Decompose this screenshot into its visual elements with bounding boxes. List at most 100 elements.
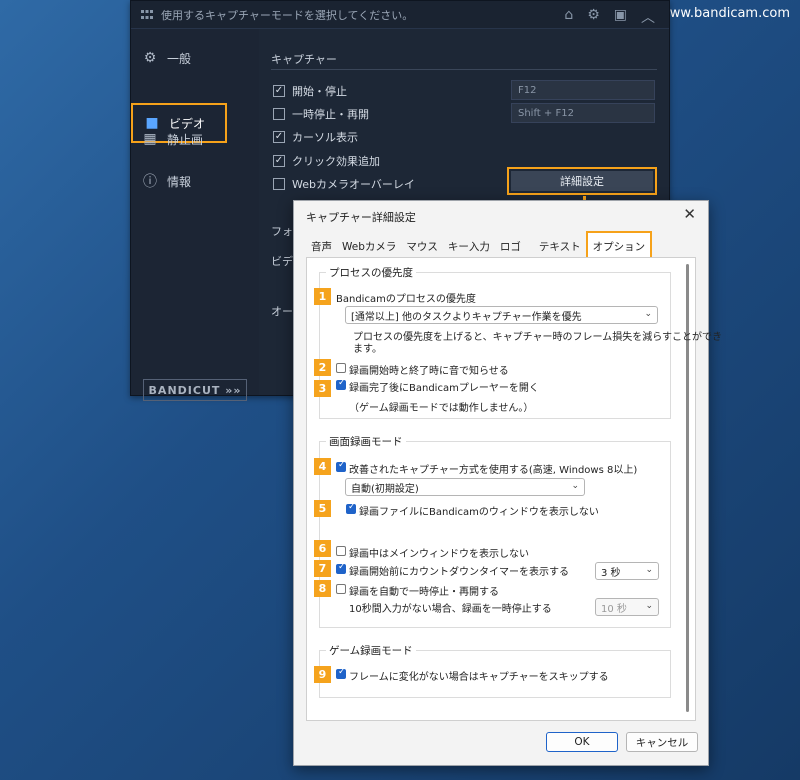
- hide-main-label: 録画中はメインウィンドウを表示しない: [349, 549, 529, 560]
- topbar-icons: ⌂ ⚙ ▣ ︿: [564, 7, 655, 27]
- topbar-text: 使用するキャプチャーモードを選択してください。: [161, 8, 414, 22]
- select-value: 3 秒: [601, 567, 621, 579]
- option-pause-resume[interactable]: 一時停止・再開: [273, 106, 369, 122]
- step-badge: 6: [314, 540, 331, 557]
- hide-window-label: 録画ファイルにBandicamのウィンドウを表示しない: [359, 507, 599, 518]
- home-icon[interactable]: ⌂: [564, 7, 573, 27]
- option-label: 開始・停止: [292, 85, 347, 98]
- chevron-down-icon: ⌄: [644, 309, 652, 319]
- priority-label: Bandicamのプロセスの優先度: [336, 294, 476, 305]
- tab-options[interactable]: オプション: [585, 231, 653, 259]
- auto-pause-select[interactable]: 10 秒 ⌄: [595, 598, 659, 616]
- group-title: プロセスの優先度: [326, 265, 416, 280]
- countdown-select[interactable]: 3 秒 ⌄: [595, 562, 659, 580]
- checkbox[interactable]: ✓: [273, 155, 285, 167]
- step-badge: 2: [314, 359, 331, 376]
- select-value: 自動(初期設定): [351, 483, 419, 495]
- dialog-title: キャプチャー詳細設定: [306, 211, 416, 224]
- tab-webcam[interactable]: Webカメラ: [337, 235, 401, 257]
- improved-capture-label: 改善されたキャプチャー方式を使用する(高速, Windows 8以上): [349, 465, 638, 476]
- countdown-label: 録画開始前にカウントダウンタイマーを表示する: [349, 567, 569, 578]
- sidebar-item-label: 一般: [167, 51, 192, 66]
- step-badge: 5: [314, 500, 331, 517]
- auto-pause-desc: 10秒間入力がない場合、録画を一時停止する: [349, 604, 552, 615]
- tab-audio[interactable]: 音声: [306, 235, 337, 257]
- option-label: カーソル表示: [292, 131, 358, 144]
- checkbox[interactable]: ✓: [273, 131, 285, 143]
- option-webcam[interactable]: Webカメラオーバーレイ: [273, 176, 415, 192]
- sound-notify-checkbox[interactable]: [336, 363, 346, 373]
- player-icon[interactable]: ▣: [614, 7, 627, 27]
- close-icon[interactable]: ✕: [683, 205, 696, 223]
- tab-logo[interactable]: ロゴ: [495, 235, 526, 257]
- option-cursor[interactable]: ✓ カーソル表示: [273, 129, 358, 145]
- skip-frames-label: フレームに変化がない場合はキャプチャーをスキップする: [349, 672, 609, 683]
- capture-title: キャプチャー: [271, 53, 337, 66]
- hotkey-pause[interactable]: Shift + F12: [511, 103, 655, 123]
- topbar: 使用するキャプチャーモードを選択してください。 ⌂ ⚙ ▣ ︿: [131, 1, 669, 29]
- tab-mouse[interactable]: マウス: [401, 235, 443, 257]
- step-badge: 3: [314, 380, 331, 397]
- checkbox[interactable]: [273, 178, 285, 190]
- capture-method-select[interactable]: 自動(初期設定) ⌄: [345, 478, 585, 496]
- game-mode-note: （ゲーム録画モードでは動作しません。）: [349, 403, 534, 414]
- auto-pause-label: 録画を自動で一時停止・再開する: [349, 587, 499, 598]
- sound-notify-label: 録画開始時と終了時に音で知らせる: [349, 366, 509, 377]
- step-badge: 9: [314, 666, 331, 683]
- info-icon: ⓘ: [143, 174, 157, 190]
- sidebar-item-label: 情報: [167, 174, 192, 189]
- ok-button[interactable]: OK: [546, 732, 618, 752]
- detail-settings-button[interactable]: 詳細設定: [511, 171, 653, 191]
- checkbox[interactable]: [273, 108, 285, 120]
- select-value: [通常以上] 他のタスクよりキャプチャー作業を優先: [351, 311, 582, 323]
- skip-frames-checkbox[interactable]: [336, 667, 346, 679]
- improved-capture-checkbox[interactable]: [336, 460, 346, 472]
- collapse-icon[interactable]: ︿: [641, 7, 655, 27]
- capture-advanced-dialog: キャプチャー詳細設定 ✕ 音声 Webカメラ マウス キー入力 ロゴ テキスト …: [293, 200, 722, 766]
- countdown-checkbox[interactable]: [336, 562, 346, 574]
- cancel-button[interactable]: キャンセル: [626, 732, 698, 752]
- chevron-down-icon: ⌄: [645, 601, 653, 611]
- sidebar: ⚙ 一般 ■ ビデオ ▦ 静止画 ⓘ 情報 BANDICUT »»: [131, 29, 259, 401]
- sidebar-item-info[interactable]: ⓘ 情報: [141, 164, 251, 198]
- step-badge: 1: [314, 288, 331, 305]
- sidebar-item-label: 静止画: [167, 132, 204, 147]
- hide-main-checkbox[interactable]: [336, 546, 346, 556]
- open-player-checkbox[interactable]: [336, 378, 346, 390]
- auto-pause-checkbox[interactable]: [336, 584, 346, 594]
- chevron-down-icon: ⌄: [645, 565, 653, 575]
- image-icon: ▦: [143, 131, 157, 147]
- tab-bar: 音声 Webカメラ マウス キー入力 ロゴ テキスト オプション: [306, 231, 653, 259]
- group-title: 画面録画モード: [326, 434, 406, 449]
- tab-text[interactable]: テキスト: [534, 235, 586, 257]
- checkbox[interactable]: ✓: [273, 85, 285, 97]
- option-click-effect[interactable]: ✓ クリック効果追加: [273, 153, 380, 169]
- open-player-label: 録画完了後にBandicamプレーヤーを開く: [349, 383, 539, 394]
- hotkey-start-stop[interactable]: F12: [511, 80, 655, 100]
- options-panel: プロセスの優先度 1 Bandicamのプロセスの優先度 [通常以上] 他のタス…: [306, 257, 722, 721]
- select-value: 10 秒: [601, 603, 627, 615]
- priority-desc-2: ます。: [353, 344, 382, 355]
- step-badge: 4: [314, 458, 331, 475]
- gear-icon: ⚙: [143, 50, 157, 66]
- sidebar-item-general[interactable]: ⚙ 一般: [141, 41, 251, 75]
- gear-icon[interactable]: ⚙: [587, 7, 600, 27]
- divider: [271, 69, 657, 70]
- option-start-stop[interactable]: ✓ 開始・停止: [273, 83, 347, 99]
- priority-select[interactable]: [通常以上] 他のタスクよりキャプチャー作業を優先 ⌄: [345, 306, 658, 324]
- chevron-down-icon: ⌄: [571, 481, 579, 491]
- step-badge: 7: [314, 560, 331, 577]
- option-label: クリック効果追加: [292, 155, 380, 168]
- sidebar-item-image[interactable]: ▦ 静止画: [141, 122, 251, 156]
- option-label: Webカメラオーバーレイ: [292, 178, 415, 191]
- option-label: 一時停止・再開: [292, 108, 369, 121]
- hide-window-checkbox[interactable]: [346, 502, 356, 514]
- group-title: ゲーム録画モード: [326, 643, 416, 658]
- grid-icon: [141, 9, 153, 19]
- priority-desc: プロセスの優先度を上げると、キャプチャー時のフレーム損失を減らすことができ: [353, 332, 722, 343]
- bandicut-button[interactable]: BANDICUT »»: [143, 379, 247, 401]
- step-badge: 8: [314, 580, 331, 597]
- watermark: www.bandicam.com: [659, 6, 790, 21]
- detail-settings-highlight: 詳細設定: [507, 167, 657, 195]
- tab-key-input[interactable]: キー入力: [443, 235, 495, 257]
